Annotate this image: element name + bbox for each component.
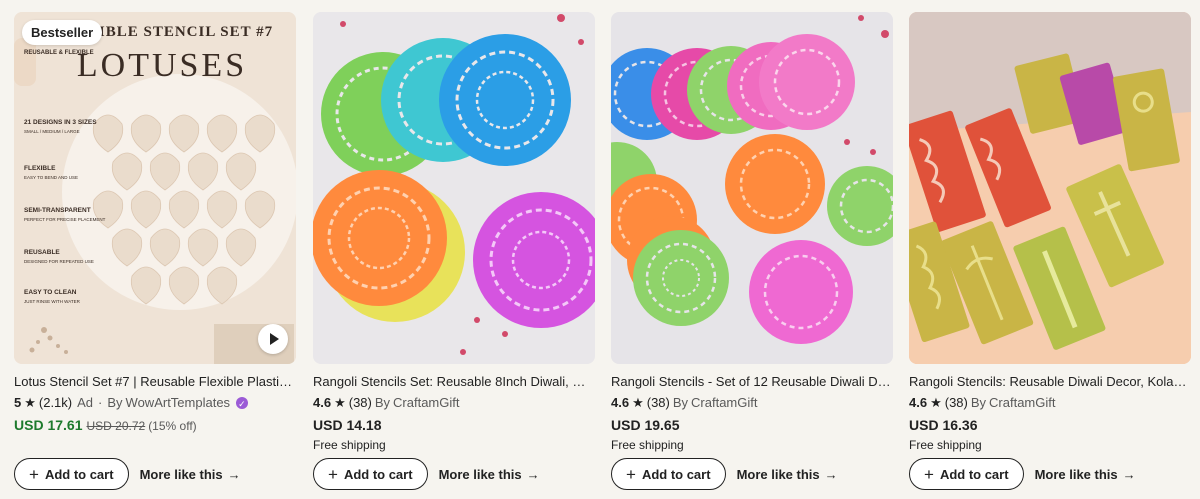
arrow-right-icon: →	[526, 466, 540, 482]
shop-name[interactable]: WowArtTemplates	[126, 395, 231, 411]
listing-actions: + Add to cart More like this →	[313, 458, 540, 490]
shop-prefix: By	[970, 395, 987, 410]
add-to-cart-button[interactable]: + Add to cart	[611, 458, 726, 490]
add-to-cart-label: Add to cart	[641, 466, 711, 482]
listing-title[interactable]: Rangoli Stencils - Set of 12 Reusable Di…	[611, 374, 893, 390]
listing-price: USD 14.18	[313, 417, 382, 433]
more-like-this-link[interactable]: More like this →	[439, 467, 540, 482]
arrow-right-icon: →	[1122, 466, 1136, 482]
plus-icon: +	[924, 464, 934, 484]
more-like-this-label: More like this	[1034, 466, 1118, 482]
arrow-right-icon: →	[824, 466, 838, 482]
play-icon[interactable]	[258, 324, 288, 354]
review-count: (38)	[646, 395, 670, 410]
listing-card-3[interactable]: Rangoli Stencils - Set of 12 Reusable Di…	[611, 12, 893, 490]
listing-card-4[interactable]: Rangoli Stencils: Reusable Diwali Decor,…	[909, 12, 1191, 490]
listing-image[interactable]	[313, 12, 595, 364]
more-like-this-link[interactable]: More like this →	[140, 467, 241, 482]
image-title-text: LOTUSES	[77, 47, 247, 84]
image-side-text: REUSABLE & FLEXIBLE	[24, 50, 94, 56]
sale-price: USD 17.61	[14, 417, 83, 433]
lotus-stencil-photo: FLEXIBLE STENCIL SET #7 LOTUSES REUSABLE…	[14, 12, 296, 364]
add-to-cart-label: Add to cart	[44, 466, 114, 482]
image-feature-text: REUSABLE	[24, 249, 60, 256]
listing-rating: 5 ★ (2.1k) Ad · By WowArtTemplates	[14, 395, 296, 412]
listing-rating: 4.6 ★ (38) By CraftamGift	[909, 395, 1191, 411]
star-icon: ★	[24, 395, 36, 410]
listing-price: USD 16.36	[909, 417, 978, 433]
rangoli-stencils-photo	[313, 12, 595, 364]
discount-percent: (15% off)	[148, 419, 197, 433]
shop-prefix: By	[107, 395, 123, 410]
listing-card-2[interactable]: Rangoli Stencils Set: Reusable 8Inch Diw…	[313, 12, 595, 490]
plus-icon: +	[29, 464, 39, 484]
image-feature-text: PERFECT FOR PRECISE PLACEMENT	[24, 217, 106, 222]
shop-name[interactable]: CraftamGift	[989, 395, 1055, 411]
more-like-this-link[interactable]: More like this →	[737, 467, 838, 482]
image-feature-text: JUST RINSE WITH WATER	[24, 299, 81, 304]
listing-title[interactable]: Rangoli Stencils: Reusable Diwali Decor,…	[909, 374, 1191, 390]
kolam-stencils-photo	[909, 12, 1191, 364]
listing-price: USD 19.65	[611, 417, 680, 433]
listing-title[interactable]: Lotus Stencil Set #7 | Reusable Flexible…	[14, 374, 296, 390]
plus-icon: +	[626, 464, 636, 484]
add-to-cart-button[interactable]: + Add to cart	[909, 458, 1024, 490]
review-count: (38)	[944, 395, 968, 410]
add-to-cart-label: Add to cart	[939, 466, 1009, 482]
rating-score: 4.6	[611, 395, 630, 410]
listing-actions: + Add to cart More like this →	[14, 458, 241, 490]
plus-icon: +	[328, 464, 338, 484]
shipping-label: Free shipping	[611, 438, 684, 452]
shop-prefix: By	[672, 395, 689, 410]
add-to-cart-label: Add to cart	[343, 466, 413, 482]
image-feature-text: FLEXIBLE	[24, 165, 56, 172]
separator: ·	[98, 395, 103, 410]
verified-seller-icon	[236, 396, 249, 412]
image-feature-text: EASY TO BEND AND USE	[24, 175, 78, 180]
listing-rating: 4.6 ★ (38) By CraftamGift	[313, 395, 595, 411]
more-like-this-link[interactable]: More like this →	[1035, 467, 1136, 482]
shop-prefix: By	[374, 395, 391, 410]
shipping-label: Free shipping	[909, 438, 982, 452]
listing-image[interactable]: FLEXIBLE STENCIL SET #7 LOTUSES REUSABLE…	[14, 12, 296, 364]
more-like-this-label: More like this	[139, 466, 223, 482]
listing-price: USD 17.61 USD 20.72 (15% off)	[14, 416, 296, 434]
listing-title[interactable]: Rangoli Stencils Set: Reusable 8Inch Diw…	[313, 374, 595, 390]
star-icon: ★	[632, 395, 644, 410]
listing-card-1[interactable]: FLEXIBLE STENCIL SET #7 LOTUSES REUSABLE…	[14, 12, 296, 490]
add-to-cart-button[interactable]: + Add to cart	[313, 458, 428, 490]
original-price: USD 20.72	[86, 419, 146, 433]
arrow-right-icon: →	[227, 466, 241, 482]
image-feature-text: EASY TO CLEAN	[24, 289, 77, 296]
bestseller-badge: Bestseller	[22, 20, 103, 45]
star-icon: ★	[334, 395, 346, 410]
rangoli-stencils-set-photo	[611, 12, 893, 364]
star-icon: ★	[930, 395, 942, 410]
rating-score: 5	[14, 395, 22, 410]
add-to-cart-button[interactable]: + Add to cart	[14, 458, 129, 490]
review-count: (38)	[348, 395, 372, 410]
image-feature-text: SEMI-TRANSPARENT	[24, 207, 91, 214]
more-like-this-label: More like this	[736, 466, 820, 482]
shipping-label: Free shipping	[313, 438, 386, 452]
image-feature-text: 21 DESIGNS IN 3 SIZES	[24, 119, 97, 126]
shop-name[interactable]: CraftamGift	[691, 395, 757, 411]
rating-score: 4.6	[313, 395, 332, 410]
listing-rating: 4.6 ★ (38) By CraftamGift	[611, 395, 893, 411]
listing-image[interactable]	[909, 12, 1191, 364]
more-like-this-label: More like this	[438, 466, 522, 482]
review-count: (2.1k)	[38, 395, 73, 410]
image-feature-text: DESIGNED FOR REPEATED USE	[24, 259, 94, 264]
shop-name[interactable]: CraftamGift	[393, 395, 459, 411]
listing-actions: + Add to cart More like this →	[909, 458, 1136, 490]
listing-actions: + Add to cart More like this →	[611, 458, 838, 490]
rating-score: 4.6	[909, 395, 928, 410]
image-feature-text: SMALL / MEDIUM / LARGE	[24, 129, 80, 134]
listing-image[interactable]	[611, 12, 893, 364]
ad-label: Ad	[77, 395, 94, 410]
